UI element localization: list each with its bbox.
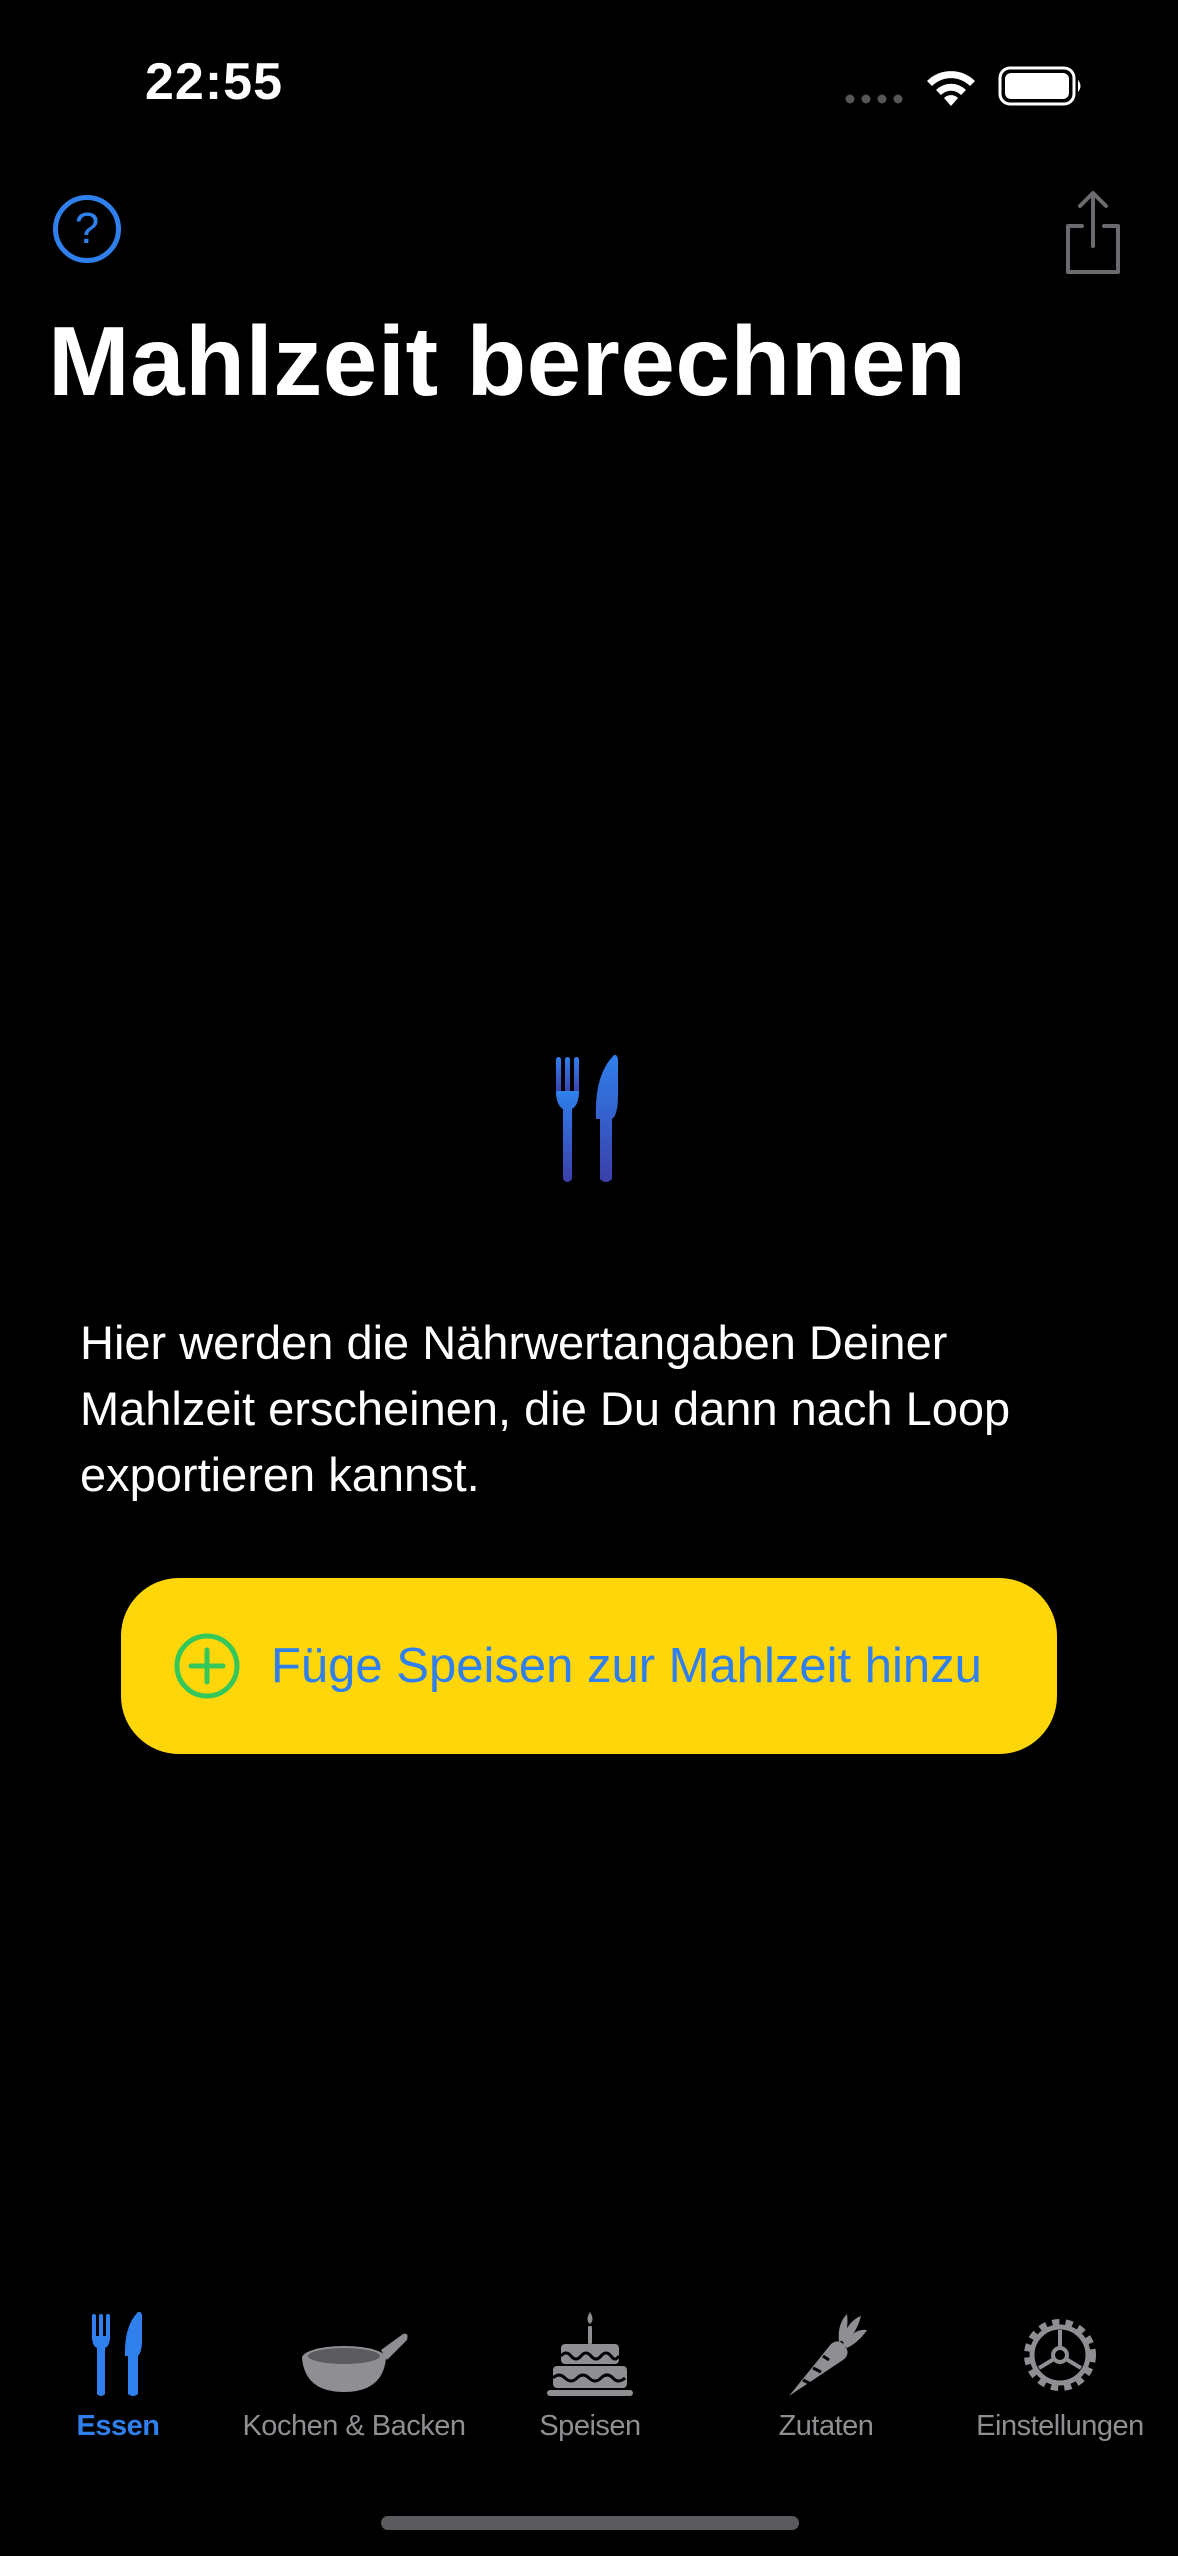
birthday-cake-icon <box>547 2312 633 2396</box>
plus-circle-icon <box>174 1633 240 1699</box>
tab-kochen-backen[interactable]: Kochen & Backen <box>236 2310 472 2460</box>
share-button[interactable] <box>1060 190 1126 276</box>
wifi-icon <box>927 71 975 106</box>
status-time: 22:55 <box>145 53 283 111</box>
tab-zutaten[interactable]: Zutaten <box>708 2310 944 2460</box>
page-title: Mahlzeit berechnen <box>48 306 967 416</box>
battery-icon <box>998 66 1081 106</box>
tab-speisen[interactable]: Speisen <box>472 2310 708 2460</box>
question-mark-icon: ? <box>74 204 100 253</box>
help-button[interactable]: ? <box>53 195 121 263</box>
tab-essen[interactable]: Essen <box>0 2310 236 2460</box>
tab-label: Einstellungen <box>976 2410 1144 2442</box>
home-indicator[interactable] <box>381 2516 799 2530</box>
add-dishes-label: Füge Speisen zur Mahlzeit hinzu <box>271 1639 982 1693</box>
gear-icon <box>1024 2319 1096 2391</box>
fork-knife-icon <box>92 2311 142 2396</box>
tab-label: Essen <box>76 2410 160 2442</box>
empty-state-message: Hier werden die Nährwertangaben Deiner M… <box>80 1316 1011 1501</box>
tab-label: Kochen & Backen <box>242 2410 466 2442</box>
carrot-icon <box>789 2314 867 2396</box>
share-icon <box>1066 191 1120 274</box>
tab-label: Zutaten <box>778 2410 874 2442</box>
add-dishes-button[interactable]: Füge Speisen zur Mahlzeit hinzu <box>121 1578 1057 1754</box>
tab-label: Speisen <box>539 2410 641 2442</box>
tab-einstellungen[interactable]: Einstellungen <box>942 2310 1178 2460</box>
frying-pan-icon <box>302 2333 408 2392</box>
fork-knife-icon <box>556 1055 618 1182</box>
cellular-signal-icon <box>845 94 903 104</box>
